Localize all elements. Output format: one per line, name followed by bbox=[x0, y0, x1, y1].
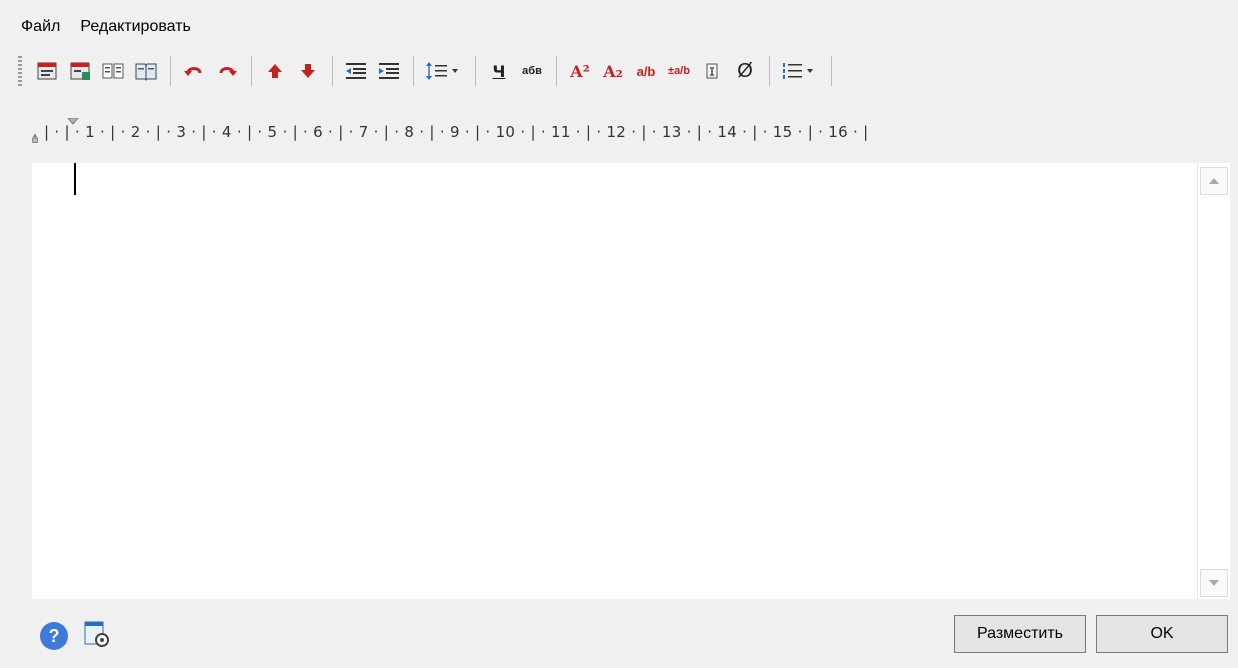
diameter-icon: Ø bbox=[737, 59, 753, 82]
underline-button[interactable]: Ч bbox=[484, 54, 514, 88]
book-icon bbox=[135, 63, 157, 81]
menubar: Файл Редактировать bbox=[18, 14, 194, 40]
text-caret bbox=[74, 163, 76, 195]
stack-button[interactable]: ±a/b bbox=[664, 54, 694, 88]
case-icon: абв bbox=[522, 65, 542, 77]
menu-file[interactable]: Файл bbox=[18, 18, 63, 36]
ok-button[interactable]: OK bbox=[1096, 615, 1228, 653]
toolbar-separator bbox=[251, 56, 252, 86]
redo-icon bbox=[219, 67, 237, 76]
scroll-down-button[interactable] bbox=[1200, 569, 1228, 597]
toolbar-grip[interactable] bbox=[18, 56, 22, 86]
fraction-icon: a/b bbox=[636, 63, 656, 79]
undo-button[interactable] bbox=[179, 54, 209, 88]
change-case-button[interactable]: абв bbox=[517, 54, 547, 88]
text-editor[interactable] bbox=[32, 163, 1197, 599]
spellcheck-button[interactable] bbox=[131, 54, 161, 88]
move-up-button[interactable] bbox=[260, 54, 290, 88]
diameter-button[interactable]: Ø bbox=[730, 54, 760, 88]
toolbar-separator bbox=[831, 56, 832, 86]
stack-icon: ±a/b bbox=[668, 65, 690, 77]
place-button-label: Разместить bbox=[976, 625, 1064, 642]
toolbar-separator bbox=[170, 56, 171, 86]
redo-button[interactable] bbox=[212, 54, 242, 88]
symbol-icon bbox=[706, 63, 718, 79]
subscript-button[interactable]: A₂ bbox=[598, 54, 628, 88]
toolbar-separator bbox=[556, 56, 557, 86]
arrow-up-icon bbox=[268, 64, 282, 78]
settings-icon[interactable] bbox=[82, 618, 112, 650]
line-spacing-dropdown[interactable] bbox=[422, 54, 466, 88]
export-text-button[interactable] bbox=[65, 54, 95, 88]
toolbar: Ч абв A² A₂ a/b ±a/b Ø bbox=[18, 47, 840, 95]
superscript-button[interactable]: A² bbox=[565, 54, 595, 88]
toolbar-separator bbox=[769, 56, 770, 86]
import-text-icon bbox=[37, 62, 57, 80]
toolbar-separator bbox=[475, 56, 476, 86]
toolbar-separator bbox=[413, 56, 414, 86]
ruler[interactable]: | · | · 1 · | · 2 · | · 3 · | · 4 · | · … bbox=[30, 118, 1228, 150]
scroll-down-icon bbox=[1209, 580, 1219, 586]
find-replace-button[interactable] bbox=[98, 54, 128, 88]
insert-symbol-button[interactable] bbox=[697, 54, 727, 88]
numbered-list-icon bbox=[783, 63, 813, 79]
import-text-button[interactable] bbox=[32, 54, 62, 88]
subscript-icon: A₂ bbox=[603, 61, 623, 81]
numbering-dropdown[interactable] bbox=[778, 54, 822, 88]
underline-icon: Ч bbox=[492, 61, 506, 81]
fraction-button[interactable]: a/b bbox=[631, 54, 661, 88]
find-replace-icon bbox=[102, 63, 124, 79]
export-text-icon bbox=[70, 62, 90, 80]
superscript-icon: A² bbox=[570, 61, 590, 81]
indent-marker-icon[interactable] bbox=[30, 124, 40, 144]
vertical-scrollbar[interactable] bbox=[1197, 163, 1230, 599]
toolbar-separator bbox=[332, 56, 333, 86]
line-spacing-icon bbox=[426, 62, 458, 80]
increase-indent-button[interactable] bbox=[374, 54, 404, 88]
help-icon[interactable]: ? bbox=[40, 622, 68, 650]
undo-icon bbox=[184, 67, 202, 76]
decrease-indent-button[interactable] bbox=[341, 54, 371, 88]
ok-button-label: OK bbox=[1150, 625, 1174, 642]
place-button[interactable]: Разместить bbox=[954, 615, 1086, 653]
ruler-scale: | · | · 1 · | · 2 · | · 3 · | · 4 · | · … bbox=[44, 123, 869, 141]
footer: ? Разместить OK bbox=[0, 600, 1238, 668]
arrow-down-icon bbox=[301, 64, 315, 78]
move-down-button[interactable] bbox=[293, 54, 323, 88]
scroll-up-icon bbox=[1209, 178, 1219, 184]
scroll-up-button[interactable] bbox=[1200, 167, 1228, 195]
menu-edit[interactable]: Редактировать bbox=[77, 18, 194, 36]
outdent-icon bbox=[346, 63, 366, 79]
indent-icon bbox=[379, 63, 399, 79]
